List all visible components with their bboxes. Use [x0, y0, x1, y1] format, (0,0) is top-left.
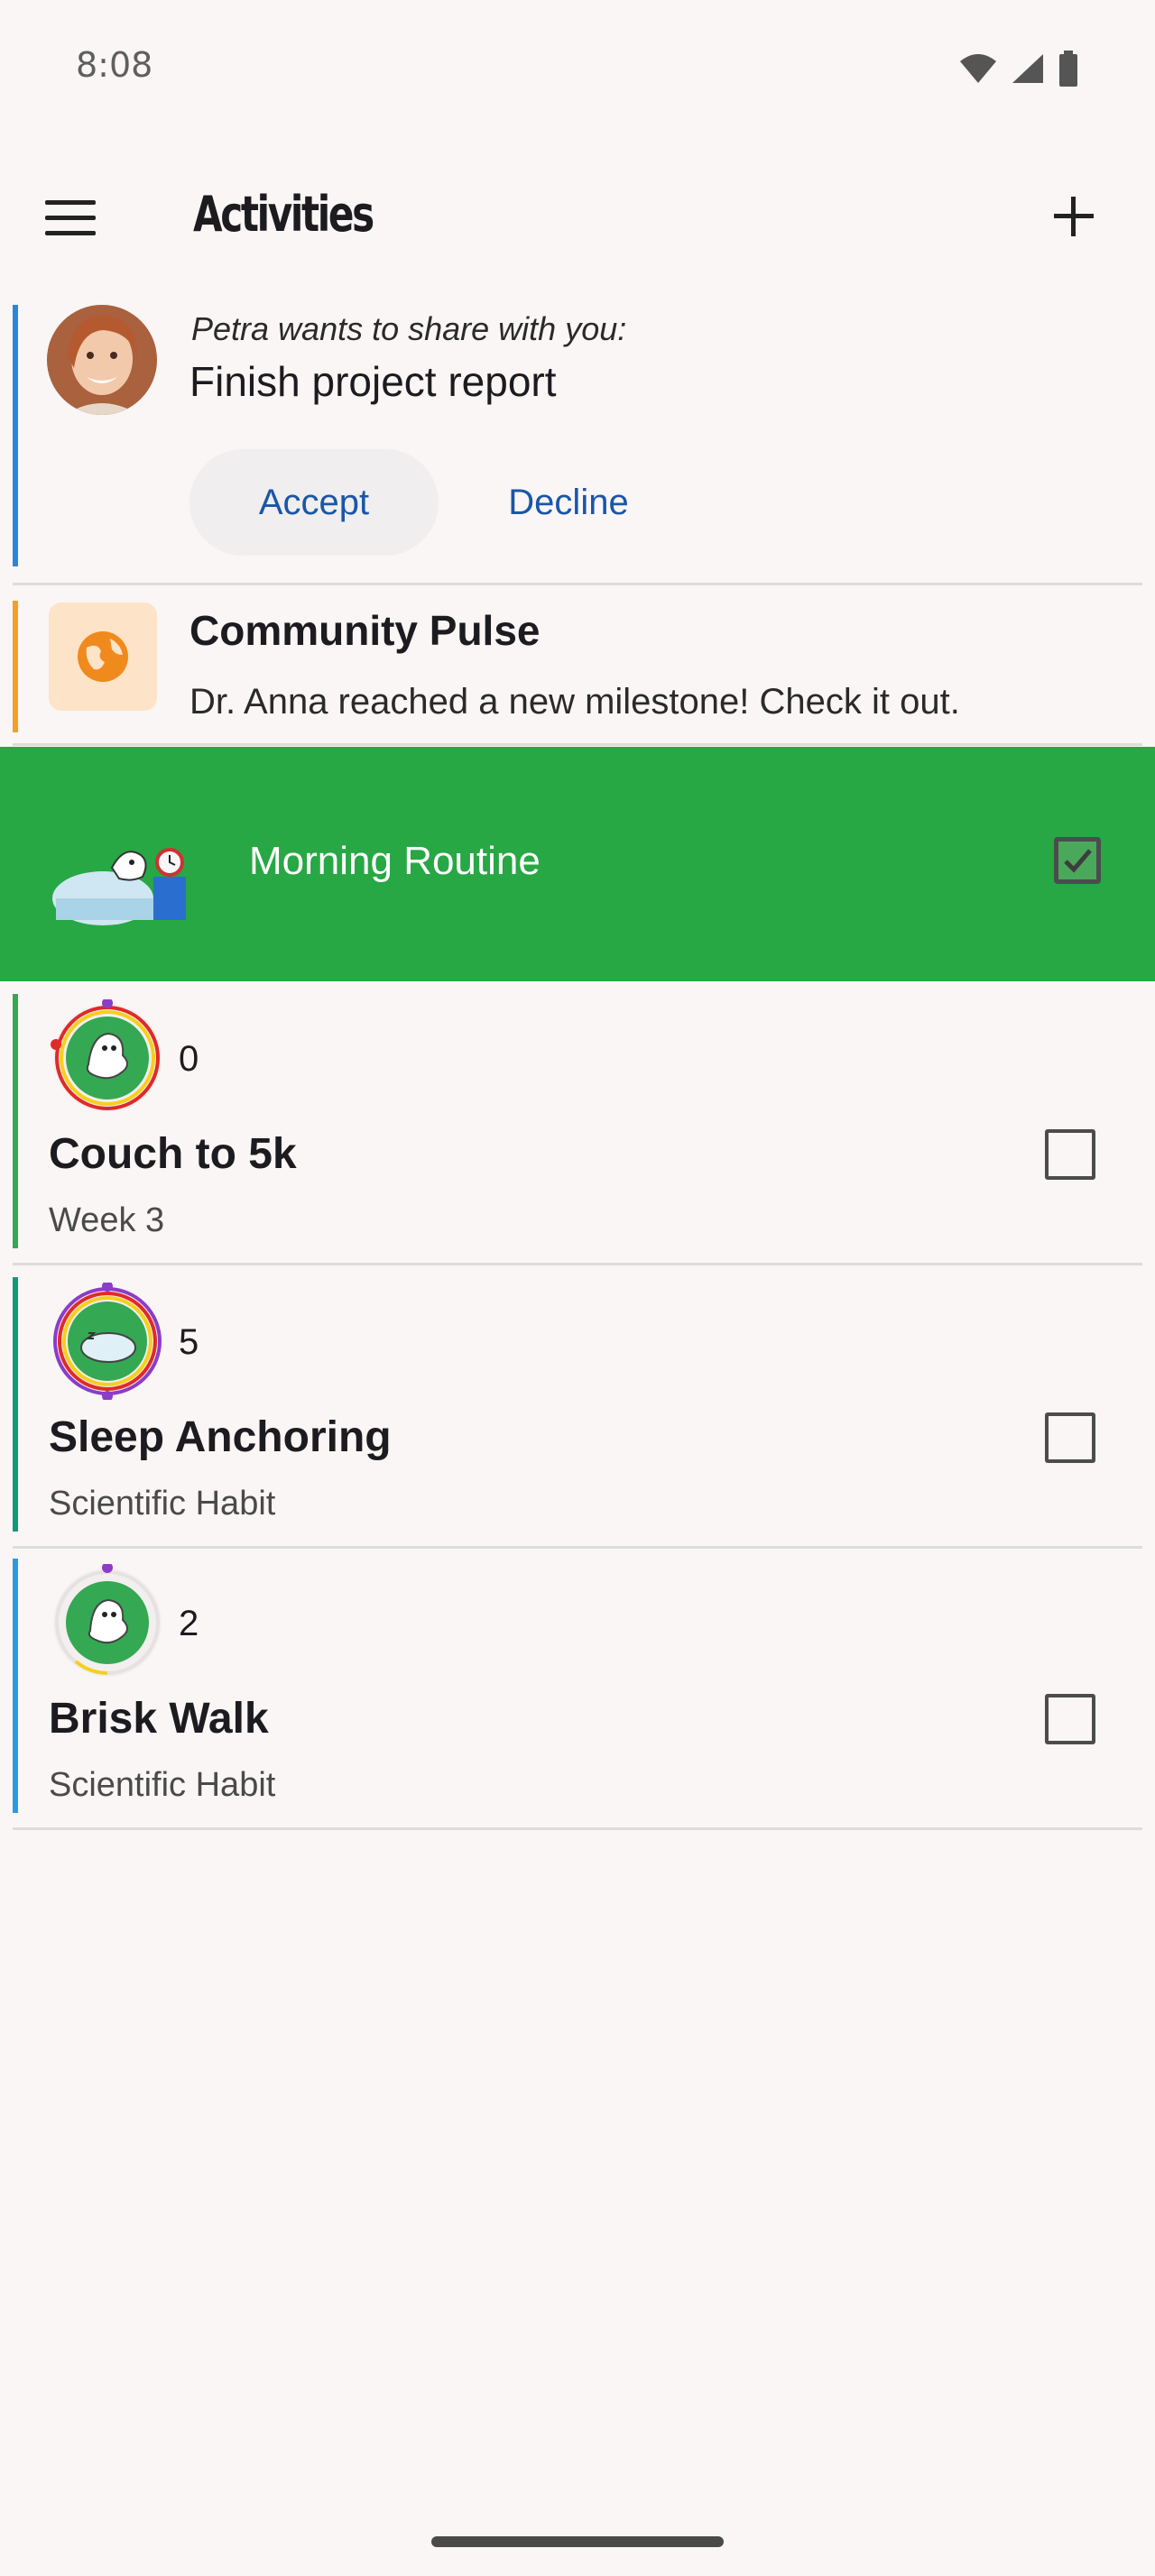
habit-accent-bar	[13, 1277, 18, 1532]
community-message: Dr. Anna reached a new milestone! Check …	[189, 682, 960, 722]
decline-button[interactable]: Decline	[480, 449, 657, 556]
signal-icon	[1012, 54, 1043, 83]
community-pulse-card[interactable]: Community Pulse Dr. Anna reached a new m…	[13, 595, 1142, 746]
page-title: Activities	[193, 186, 374, 243]
habit-checkbox[interactable]	[1045, 1412, 1095, 1463]
habit-count: 2	[179, 1604, 199, 1643]
share-request-card: Petra wants to share with you: Finish pr…	[13, 305, 1142, 585]
shared-item-title: Finish project report	[189, 358, 557, 405]
habit-checkbox[interactable]	[1045, 1129, 1095, 1180]
habit-progress-ring	[53, 1564, 162, 1677]
routine-title: Morning Routine	[249, 839, 541, 883]
community-title: Community Pulse	[189, 607, 541, 654]
add-icon[interactable]	[1047, 189, 1101, 244]
share-invite-text: Petra wants to share with you:	[191, 310, 627, 347]
accept-button[interactable]: Accept	[189, 449, 439, 556]
menu-icon[interactable]	[45, 189, 106, 245]
habit-progress-ring	[53, 1283, 162, 1400]
status-icons	[958, 51, 1079, 87]
habit-name: Brisk Walk	[49, 1695, 269, 1743]
status-time: 8:08	[76, 45, 153, 85]
habit-count: 0	[179, 1039, 199, 1079]
wifi-icon	[960, 54, 996, 83]
morning-routine-banner[interactable]: Morning Routine	[0, 747, 1155, 981]
habit-row-brisk-walk[interactable]: 2 Brisk Walk Scientific Habit	[13, 1559, 1142, 1830]
sleeping-mascot-illustration	[52, 848, 186, 925]
habit-subtitle: Week 3	[49, 1201, 165, 1239]
habit-row-sleep-anchoring[interactable]: 5 Sleep Anchoring Scientific Habit	[13, 1277, 1142, 1549]
habit-accent-bar	[13, 994, 18, 1248]
habit-name: Couch to 5k	[49, 1130, 297, 1178]
habit-row-couch-to-5k[interactable]: 0 Couch to 5k Week 3	[13, 994, 1142, 1265]
home-indicator[interactable]	[431, 2536, 724, 2547]
habit-name: Sleep Anchoring	[49, 1413, 392, 1461]
habit-subtitle: Scientific Habit	[49, 1485, 276, 1523]
share-accent-bar	[13, 305, 18, 566]
globe-icon	[49, 603, 157, 711]
habit-progress-ring	[51, 999, 162, 1112]
habit-count: 5	[179, 1322, 199, 1362]
battery-icon	[1059, 51, 1077, 87]
community-accent-bar	[13, 601, 18, 732]
habit-accent-bar	[13, 1559, 18, 1813]
habit-checkbox[interactable]	[1045, 1694, 1095, 1744]
routine-checkbox[interactable]	[1054, 837, 1101, 884]
habit-subtitle: Scientific Habit	[49, 1766, 276, 1804]
avatar	[47, 305, 157, 415]
